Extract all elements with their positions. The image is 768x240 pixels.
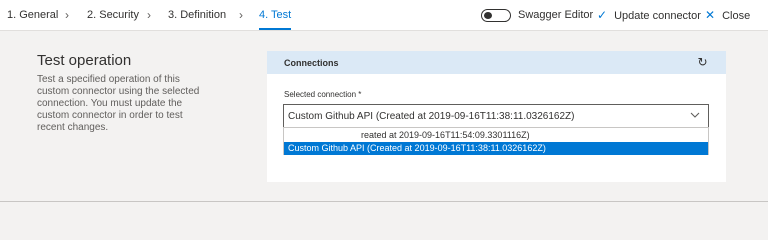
connections-card: Connections ↻ Selected connection * Cust… (267, 51, 726, 182)
connection-dropdown-list: reated at 2019-09-16T11:54:09.3301116Z) … (283, 127, 709, 155)
chevron-down-icon (690, 112, 700, 118)
connection-select[interactable]: Custom Github API (Created at 2019-09-16… (283, 104, 709, 128)
chevron-right-icon: › (239, 8, 243, 22)
step-security[interactable]: 2. Security (87, 9, 139, 21)
wizard-top-bar: 1. General › 2. Security › 3. Definition… (0, 0, 768, 31)
update-connector-label: Update connector (614, 10, 701, 22)
step-test[interactable]: 4. Test (259, 9, 291, 21)
divider (0, 201, 768, 202)
active-step-indicator (259, 28, 291, 30)
chevron-right-icon: › (65, 8, 69, 22)
refresh-icon[interactable]: ↻ (696, 56, 709, 69)
connections-header: Connections ↻ (267, 51, 726, 74)
update-connector-button[interactable]: ✓ Update connector (597, 8, 701, 22)
close-icon: ✕ (705, 8, 716, 22)
step-general[interactable]: 1. General (7, 9, 58, 21)
step-definition[interactable]: 3. Definition (168, 9, 226, 21)
selected-connection-value: Custom Github API (Created at 2019-09-16… (288, 111, 575, 122)
swagger-editor-toggle[interactable] (481, 9, 511, 22)
section-description: Test a specified operation of this custo… (37, 74, 200, 133)
connections-title: Connections (284, 58, 339, 68)
connection-option-selected[interactable]: Custom Github API (Created at 2019-09-16… (284, 142, 708, 155)
connection-option[interactable]: reated at 2019-09-16T11:54:09.3301116Z) (284, 129, 708, 142)
swagger-editor-label: Swagger Editor (518, 9, 594, 21)
close-button[interactable]: ✕ Close (705, 8, 750, 22)
selected-connection-label: Selected connection * (284, 90, 362, 99)
checkmark-icon: ✓ (597, 8, 608, 22)
toggle-knob (484, 12, 492, 19)
chevron-right-icon: › (147, 8, 151, 22)
section-title: Test operation (37, 52, 132, 69)
close-label: Close (722, 10, 751, 22)
